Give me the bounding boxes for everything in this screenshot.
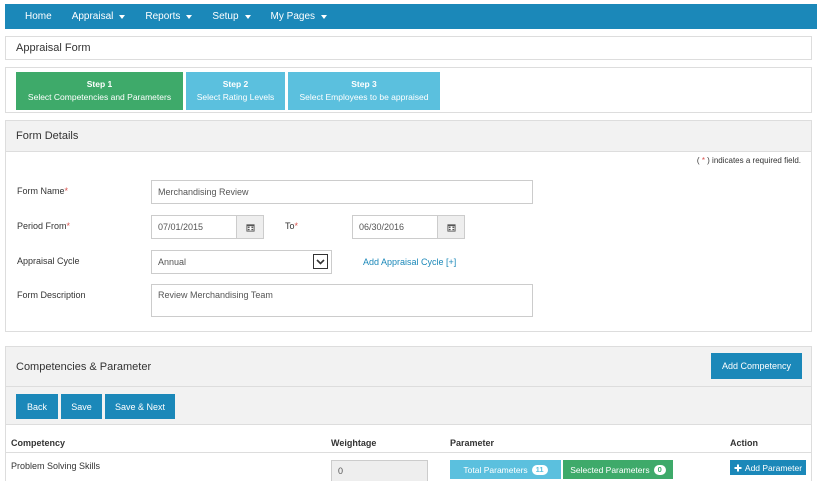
page-title: Appraisal Form — [16, 42, 91, 54]
save-button[interactable]: Save — [61, 394, 102, 419]
period-from-label: Period From* — [17, 221, 70, 231]
selected-parameters-button[interactable]: Selected Parameters 0 — [563, 460, 673, 479]
caret-down-icon — [119, 14, 126, 19]
nav-appraisal-label: Appraisal — [71, 11, 114, 22]
nav-setup[interactable]: Setup — [202, 4, 260, 29]
selected-parameters-badge: 0 — [653, 464, 666, 475]
col-weightage: Weightage — [331, 438, 377, 448]
add-appraisal-cycle-link[interactable]: Add Appraisal Cycle [+] — [363, 257, 456, 267]
to-label: To* — [285, 221, 298, 231]
competencies-header: Competencies & Parameter — [6, 347, 811, 387]
nav-home-label: Home — [25, 11, 52, 22]
to-label-text: To — [285, 221, 295, 231]
required-note-text: ) indicates a required field. — [707, 156, 801, 165]
required-star: * — [701, 156, 705, 165]
nav-appraisal[interactable]: Appraisal — [62, 4, 136, 29]
to-date-calendar-button[interactable] — [437, 215, 465, 239]
step-2[interactable]: Step 2 Select Rating Levels — [186, 72, 285, 110]
period-from-label-text: Period From — [17, 221, 67, 231]
required-star: * — [294, 221, 299, 231]
caret-down-icon — [186, 14, 193, 19]
required-star: * — [64, 186, 69, 196]
form-description-textarea[interactable]: Review Merchandising Team — [151, 284, 533, 317]
step-3-number: Step 3 — [351, 79, 377, 89]
period-from-input[interactable]: 07/01/2015 — [151, 215, 237, 239]
total-parameters-label: Total Parameters — [463, 464, 528, 475]
selected-parameters-label: Selected Parameters — [570, 464, 650, 475]
competencies-title: Competencies & Parameter — [16, 360, 152, 373]
nav-reports-label: Reports — [145, 11, 181, 22]
calendar-icon — [245, 223, 255, 232]
top-navbar: Home Appraisal Reports Setup My Pages — [5, 4, 817, 29]
col-competency: Competency — [11, 438, 66, 448]
nav-home[interactable]: Home — [15, 4, 62, 29]
form-name-value: Merchandising Review — [158, 187, 249, 197]
form-name-label: Form Name* — [17, 186, 68, 196]
period-from-calendar-button[interactable] — [236, 215, 264, 239]
form-description-value: Review Merchandising Team — [158, 290, 273, 300]
save-next-button[interactable]: Save & Next — [105, 394, 175, 419]
nav-setup-label: Setup — [212, 11, 239, 22]
plus-icon — [734, 464, 742, 471]
add-parameter-label: Add Parameter — [744, 462, 803, 473]
step-3-label: Select Employees to be appraised — [299, 92, 429, 102]
weightage-value: 0 — [338, 466, 344, 476]
appraisal-cycle-label: Appraisal Cycle — [17, 256, 80, 266]
page-title-panel: Appraisal Form — [5, 36, 812, 60]
back-button[interactable]: Back — [16, 394, 58, 419]
form-description-label: Form Description — [17, 290, 86, 300]
col-action: Action — [730, 438, 758, 448]
competencies-panel: Competencies & Parameter Add Competency … — [5, 346, 812, 481]
table-header-divider — [6, 452, 811, 453]
period-from-value: 07/01/2015 — [158, 222, 204, 232]
nav-my-pages-label: My Pages — [270, 11, 316, 22]
total-parameters-badge: 11 — [531, 464, 548, 475]
col-parameter: Parameter — [450, 438, 495, 448]
form-details-title: Form Details — [16, 130, 79, 142]
form-details-header: Form Details — [6, 121, 811, 152]
caret-down-icon — [321, 14, 328, 19]
competencies-toolbar: Back Save Save & Next — [6, 387, 811, 425]
form-name-input[interactable]: Merchandising Review — [151, 180, 533, 204]
to-date-value: 06/30/2016 — [359, 222, 405, 232]
wizard-steps: Step 1 Select Competencies and Parameter… — [5, 67, 812, 113]
form-name-label-text: Form Name — [17, 186, 65, 196]
add-parameter-button[interactable]: Add Parameter — [730, 460, 806, 475]
step-1-label: Select Competencies and Parameters — [27, 92, 172, 102]
step-1-number: Step 1 — [86, 79, 113, 89]
appraisal-cycle-value: Annual — [158, 257, 187, 267]
nav-my-pages[interactable]: My Pages — [261, 4, 337, 29]
step-2-label: Select Rating Levels — [196, 92, 275, 102]
required-note-prefix: ( — [696, 156, 700, 165]
step-1[interactable]: Step 1 Select Competencies and Parameter… — [16, 72, 183, 110]
calendar-icon — [446, 223, 456, 232]
required-star: * — [66, 221, 71, 231]
step-2-number: Step 2 — [222, 79, 249, 89]
required-note: ( * ) indicates a required field. — [697, 156, 801, 165]
caret-down-icon — [244, 14, 251, 19]
nav-reports[interactable]: Reports — [135, 4, 202, 29]
competency-name: Problem Solving Skills — [11, 461, 101, 471]
appraisal-cycle-select[interactable]: Annual — [151, 250, 332, 274]
weightage-input[interactable]: 0 — [331, 460, 428, 481]
to-date-input[interactable]: 06/30/2016 — [352, 215, 438, 239]
chevron-down-icon — [313, 254, 328, 269]
add-competency-button[interactable]: Add Competency — [711, 353, 802, 379]
total-parameters-button[interactable]: Total Parameters 11 — [450, 460, 561, 479]
form-details-panel: Form Details ( * ) indicates a required … — [5, 120, 812, 332]
step-3[interactable]: Step 3 Select Employees to be appraised — [288, 72, 440, 110]
